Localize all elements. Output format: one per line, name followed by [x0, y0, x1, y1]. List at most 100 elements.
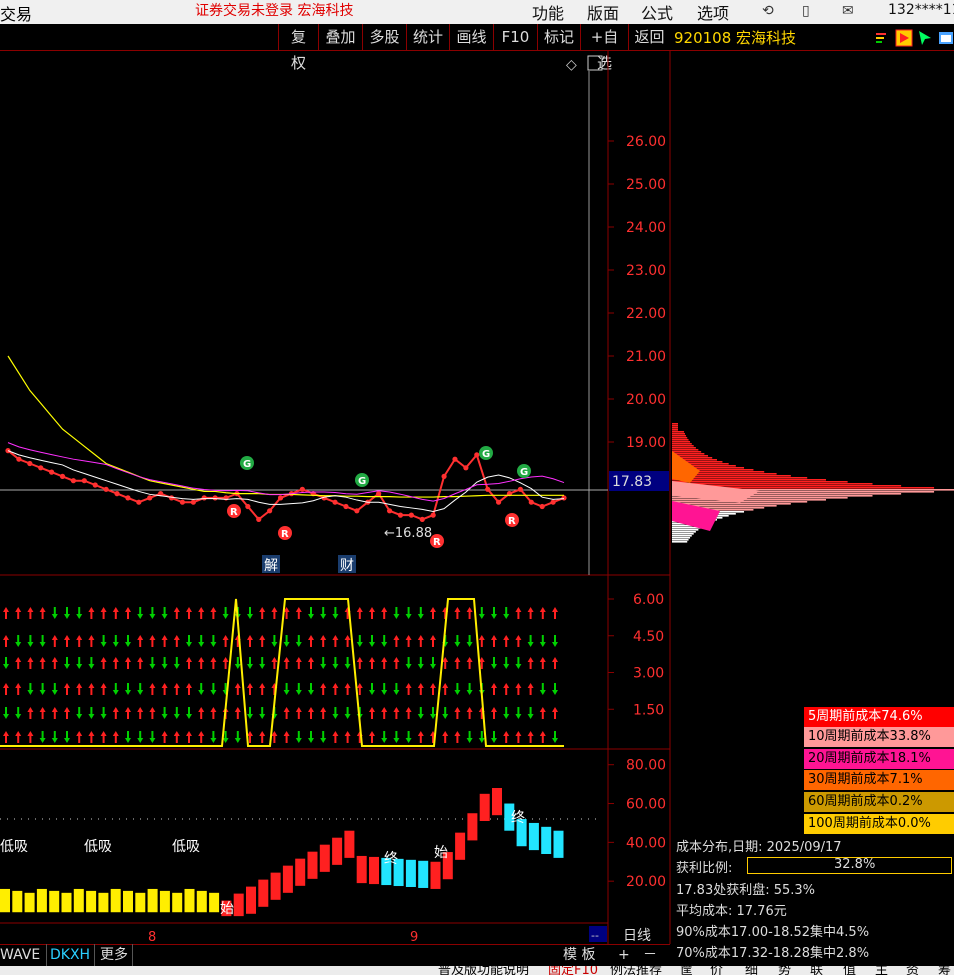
status-help[interactable]: 普及版功能说明: [438, 966, 529, 975]
menu-trade[interactable]: 交易: [0, 1, 32, 25]
indicator-arrow: [539, 707, 546, 719]
indicator-arrow: [381, 607, 388, 619]
indicator-arrow: [247, 683, 253, 695]
indicator-arrow: [125, 731, 131, 743]
price-point: [550, 499, 556, 505]
indicator-arrow: [210, 657, 217, 669]
price-point: [397, 512, 404, 518]
status-tab-3[interactable]: 势: [778, 966, 791, 975]
price-point: [49, 469, 55, 475]
indicator3-axis: 80.00 60.00 40.00 20.00: [0, 758, 666, 890]
price-point: [485, 486, 491, 492]
tab-more[interactable]: 更多: [96, 944, 133, 966]
chip-bar: [672, 445, 694, 447]
mark-button[interactable]: 标记: [537, 24, 580, 50]
cost-row-5: 5周期前成本74.6%: [804, 707, 954, 727]
draw-line-button[interactable]: 画线: [449, 24, 493, 50]
tab-dkxh[interactable]: DKXH: [46, 944, 96, 966]
cost-row-100: 100周期前成本0.0%: [804, 814, 954, 834]
indicator-arrow: [527, 635, 534, 647]
menu-options[interactable]: 选项: [697, 0, 729, 24]
chip-bar: [672, 453, 705, 455]
indicator-arrow: [39, 707, 46, 719]
indicator-arrow: [259, 731, 266, 743]
zoom-out-button[interactable]: －: [643, 944, 657, 966]
chip-bar: [672, 499, 827, 501]
zoom-in-button[interactable]: +: [618, 944, 630, 966]
period-button[interactable]: 日线: [623, 925, 651, 947]
status-tab-4[interactable]: 联: [810, 966, 823, 975]
price-point: [343, 503, 349, 510]
indicator-arrow: [259, 635, 266, 647]
mail-icon[interactable]: ✉: [842, 3, 854, 19]
multi-stock-button[interactable]: 多股: [362, 24, 406, 50]
indicator-arrow: [15, 657, 22, 669]
price-point: [539, 503, 545, 510]
indicator-label: 始: [434, 845, 448, 861]
signal-marker-label: G: [482, 449, 490, 460]
overlay-button[interactable]: 叠加: [318, 24, 362, 50]
status-tab-7[interactable]: 资: [906, 966, 919, 975]
window-icon[interactable]: [937, 29, 954, 47]
menu-formula[interactable]: 公式: [641, 0, 673, 24]
indicator-arrow: [393, 683, 400, 695]
refresh-icon[interactable]: ⟲: [762, 3, 774, 19]
indicator-arrow: [539, 683, 546, 695]
indicator-arrow: [64, 657, 70, 669]
status-tab-5[interactable]: 值: [843, 966, 856, 975]
indicator-arrow: [64, 707, 70, 719]
menu-function[interactable]: 功能: [532, 0, 564, 24]
indicator-bar: [319, 844, 330, 872]
tab-wave[interactable]: WAVE: [0, 944, 48, 966]
bars-icon[interactable]: [874, 29, 892, 47]
statistics-button[interactable]: 统计: [406, 24, 449, 50]
diamond-icon[interactable]: ◇: [566, 57, 577, 73]
signal-marker-label: R: [508, 516, 516, 527]
status-tab-0[interactable]: 筐: [680, 966, 693, 975]
indicator-arrow: [454, 683, 461, 695]
indicator-bar: [135, 892, 146, 913]
cursor-icon[interactable]: [916, 29, 934, 47]
indicator-arrow: [198, 707, 205, 719]
status-tab-1[interactable]: 价: [710, 966, 723, 975]
f10-button[interactable]: F10: [493, 24, 537, 50]
indicator-arrow: [515, 635, 522, 647]
status-tab-8[interactable]: 筹: [938, 966, 951, 975]
back-button[interactable]: 返回: [628, 24, 670, 50]
status-tab-2[interactable]: 细: [745, 966, 758, 975]
indicator-arrow: [503, 707, 510, 719]
indicator-arrow: [198, 731, 205, 743]
indicator-arrow: [393, 635, 400, 647]
price-point: [201, 495, 207, 501]
indicator-arrow: [320, 607, 327, 619]
account-id[interactable]: 132****11: [888, 2, 954, 18]
status-recommend[interactable]: 例法推荐: [610, 966, 662, 975]
play-icon[interactable]: [895, 29, 913, 47]
indicator-arrow: [149, 607, 156, 619]
indicator-arrow: [210, 607, 217, 619]
indicator-arrow: [503, 731, 510, 743]
add-watchlist-button[interactable]: +自选: [580, 24, 628, 72]
template-button[interactable]: 模 板: [563, 944, 595, 966]
ind2-tick-label: 1.50: [633, 702, 664, 718]
concentration-90: 90%成本17.00-18.52集中4.5%: [676, 925, 870, 940]
price-tick-label: 19.00: [626, 435, 666, 451]
indicator-arrow: [210, 731, 217, 743]
indicator-arrow: [27, 607, 34, 619]
indicator-bar: [479, 793, 490, 821]
chip-bar: [672, 483, 873, 485]
indicator-arrow: [381, 635, 388, 647]
panel-toggle-icon[interactable]: [587, 55, 603, 71]
indicator-arrow: [430, 607, 436, 619]
scroll-marker-text: --: [591, 929, 599, 942]
phone-icon[interactable]: ▯: [802, 3, 810, 19]
indicator-arrow: [210, 635, 217, 647]
adjust-button[interactable]: 复权: [278, 24, 318, 72]
menu-layout[interactable]: 版面: [587, 0, 619, 24]
price-point: [474, 452, 480, 458]
status-f10[interactable]: 固定F10: [548, 966, 598, 975]
indicator-arrow: [417, 707, 424, 719]
chip-bar: [672, 429, 678, 431]
indicator-arrow: [112, 683, 119, 695]
status-tab-6[interactable]: 主: [875, 966, 888, 975]
